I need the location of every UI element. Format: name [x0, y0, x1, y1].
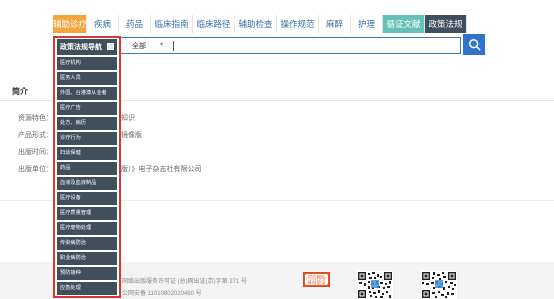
nav-tab[interactable]: 药品: [119, 15, 151, 33]
search-button[interactable]: [463, 34, 485, 55]
panel-item[interactable]: 医疗设备: [57, 191, 117, 205]
panel-item-list: 医疗机构 医务人员 外国、台港澳从业者 医疗广告 处方、病历 诊疗行为 妇幼保健 药品 血液及血…: [57, 57, 117, 297]
badge-sub: 身份验证: [307, 279, 326, 285]
nav-tab[interactable]: 辅助诊疗: [53, 15, 87, 33]
panel-item[interactable]: 传染病防治: [57, 236, 117, 250]
intro-title: 简介: [12, 87, 28, 96]
qr-code-icon: [421, 271, 457, 299]
panel-item[interactable]: 处方、病历: [57, 116, 117, 130]
nav-tab[interactable]: 临床路径: [193, 15, 235, 33]
badge-text: 可信网站: [307, 274, 326, 280]
info-label-feature: 资源特色：: [18, 115, 53, 122]
search-scope-select[interactable]: 全部: [132, 41, 146, 51]
panel-item[interactable]: 外国、台港澳从业者: [57, 86, 117, 100]
footer-icp: 公网安备 11010802020460 号: [122, 291, 202, 297]
info-value-format: 镜像版: [121, 132, 142, 139]
panel-item[interactable]: 诊疗行为: [57, 131, 117, 145]
nav-tab[interactable]: 麻醉: [319, 15, 351, 33]
search-input[interactable]: 全部 ▾: [117, 37, 461, 54]
nav-tab[interactable]: 政策法规: [425, 15, 467, 33]
qr-code-icon: [357, 271, 393, 299]
panel-item[interactable]: 预防接种: [57, 266, 117, 280]
panel-item[interactable]: 医疗质量管理: [57, 206, 117, 220]
nav-tab[interactable]: 护理: [351, 15, 383, 33]
panel-title: 政策法规导航: [60, 44, 102, 51]
nav-tab[interactable]: 临床指南: [151, 15, 193, 33]
panel-item[interactable]: 职业病防治: [57, 251, 117, 265]
panel-item[interactable]: 妇幼保健: [57, 146, 117, 160]
nav-tab[interactable]: 循证文献: [383, 15, 425, 33]
panel-item[interactable]: 医疗广告: [57, 101, 117, 115]
collapse-icon[interactable]: [107, 43, 114, 50]
policy-nav-panel: 政策法规导航 医疗机构 医务人员 外国、台港澳从业者 医疗广告 处方、病历 诊疗行为 妇幼保…: [53, 36, 121, 298]
panel-item[interactable]: 医疗废物处理: [57, 221, 117, 235]
nav-tab[interactable]: 辅助检查: [235, 15, 277, 33]
info-label-publisher: 出版单位：: [18, 166, 53, 173]
chevron-down-icon[interactable]: ▾: [160, 41, 163, 48]
footer-license: 网络出版服务许可证 (总)网出证(京)字第 271 号: [122, 279, 248, 285]
text-cursor: [173, 41, 174, 51]
panel-item[interactable]: 医务人员: [57, 71, 117, 85]
nav-tab[interactable]: 疾病: [87, 15, 119, 33]
info-value-feature: 知识: [121, 115, 135, 122]
info-label-format: 产品形式：: [18, 132, 53, 139]
nav-tab[interactable]: 操作规范: [277, 15, 319, 33]
panel-item[interactable]: 应急处理: [57, 281, 117, 295]
search-icon: [468, 39, 481, 51]
panel-header[interactable]: 政策法规导航: [57, 39, 117, 55]
top-nav: 辅助诊疗 疾病 药品 临床指南 临床路径 辅助检查 操作规范 麻醉 护理 循证文献 政策法规: [53, 15, 467, 33]
info-value-publisher: 版）》电子杂志社有限公司: [121, 166, 202, 173]
info-label-date: 出版时间：: [18, 149, 53, 156]
panel-item[interactable]: 医疗机构: [57, 57, 117, 70]
trusted-site-badge[interactable]: 可信网站 身份验证: [303, 272, 330, 287]
panel-item[interactable]: 药品: [57, 161, 117, 175]
panel-item[interactable]: 血液及血液制品: [57, 176, 117, 190]
